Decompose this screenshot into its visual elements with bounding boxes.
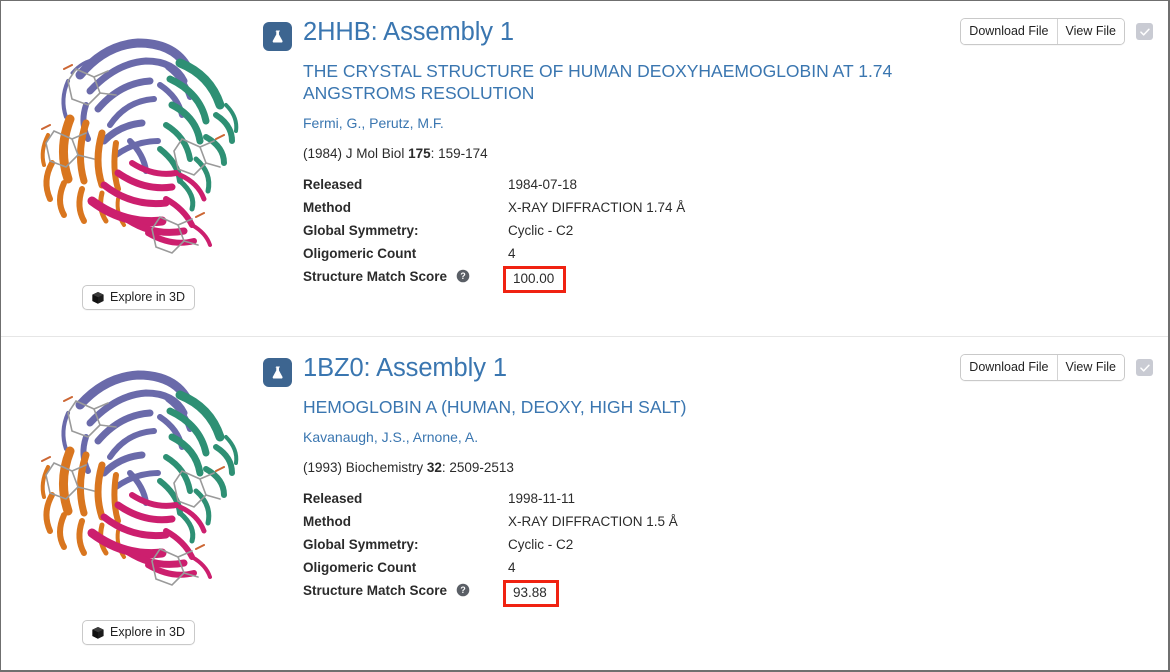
result-actions: Download File View File bbox=[960, 18, 1153, 45]
detail-column: 1BZ0: Assembly 1 HEMOGLOBIN A (HUMAN, DE… bbox=[263, 337, 1168, 670]
detail-column: 2HHB: Assembly 1 THE CRYSTAL STRUCTURE O… bbox=[263, 1, 1168, 336]
citation-volume: 32 bbox=[426, 460, 442, 475]
search-results-page: Explore in 3D 2HHB: Assembly 1 THE CRYST… bbox=[0, 0, 1170, 672]
citation-journal: Biochemistry bbox=[345, 460, 424, 475]
flask-icon bbox=[263, 22, 292, 51]
meta-label-global-symmetry: Global Symmetry: bbox=[303, 537, 419, 552]
select-result-checkbox[interactable] bbox=[1136, 23, 1153, 40]
meta-value-released: 1998-11-11 bbox=[508, 491, 576, 506]
meta-label-structure-match-score: Structure Match Score ? bbox=[303, 268, 508, 298]
metadata-table: Released 1984-07-18 Method X-RAY DIFFRAC… bbox=[303, 176, 685, 298]
meta-value-structure-match-score: 100.00 bbox=[503, 266, 685, 298]
meta-label-structure-match-score: Structure Match Score ? bbox=[303, 582, 508, 612]
explore-in-3d-label: Explore in 3D bbox=[110, 625, 186, 639]
result-actions: Download File View File bbox=[960, 354, 1153, 381]
table-row: Global Symmetry: Cyclic - C2 bbox=[303, 222, 685, 245]
download-file-button[interactable]: Download File bbox=[961, 19, 1057, 44]
svg-text:?: ? bbox=[460, 271, 465, 281]
meta-label-oligomeric-count: Oligomeric Count bbox=[303, 246, 417, 261]
flask-icon bbox=[263, 358, 292, 387]
thumbnail-column: Explore in 3D bbox=[1, 337, 263, 670]
cube-icon bbox=[91, 291, 105, 305]
structure-match-score-value: 100.00 bbox=[503, 266, 567, 293]
meta-value-oligomeric-count: 4 bbox=[508, 246, 516, 261]
meta-value-oligomeric-count: 4 bbox=[508, 560, 516, 575]
file-action-button-group: Download File View File bbox=[960, 354, 1125, 381]
table-row: Released 1998-11-11 bbox=[303, 490, 678, 513]
help-icon[interactable]: ? bbox=[456, 583, 470, 597]
entry-title-link[interactable]: 1BZ0: Assembly 1 bbox=[303, 353, 507, 383]
citation-year: (1984) bbox=[303, 146, 343, 161]
meta-label-method: Method bbox=[303, 514, 351, 529]
entry-subtitle-link[interactable]: HEMOGLOBIN A (HUMAN, DEOXY, HIGH SALT) bbox=[303, 396, 913, 418]
explore-in-3d-button[interactable]: Explore in 3D bbox=[82, 285, 196, 310]
file-action-button-group: Download File View File bbox=[960, 18, 1125, 45]
table-row: Structure Match Score ? 100.00 bbox=[303, 266, 685, 298]
molecule-structure-image[interactable] bbox=[20, 349, 244, 593]
citation-volume: 175 bbox=[408, 146, 431, 161]
meta-value-method: X-RAY DIFFRACTION 1.74 Å bbox=[508, 200, 686, 215]
explore-in-3d-label: Explore in 3D bbox=[110, 290, 186, 304]
table-row: Oligomeric Count 4 bbox=[303, 245, 685, 268]
table-row: Released 1984-07-18 bbox=[303, 176, 685, 199]
citation-journal: J Mol Biol bbox=[345, 146, 405, 161]
meta-label-released: Released bbox=[303, 177, 363, 192]
structure-match-score-label: Structure Match Score bbox=[303, 583, 448, 598]
result-item: Explore in 3D 2HHB: Assembly 1 THE CRYST… bbox=[1, 1, 1168, 336]
meta-label-method: Method bbox=[303, 200, 351, 215]
meta-value-method: X-RAY DIFFRACTION 1.5 Å bbox=[508, 514, 678, 529]
entry-subtitle-link[interactable]: THE CRYSTAL STRUCTURE OF HUMAN DEOXYHAEM… bbox=[303, 60, 913, 104]
thumbnail-column: Explore in 3D bbox=[1, 1, 263, 336]
citation-line: (1993) Biochemistry 32: 2509-2513 bbox=[303, 459, 1148, 476]
meta-value-global-symmetry: Cyclic - C2 bbox=[508, 537, 574, 552]
view-file-button[interactable]: View File bbox=[1056, 355, 1124, 380]
meta-label-oligomeric-count: Oligomeric Count bbox=[303, 560, 417, 575]
meta-label-global-symmetry: Global Symmetry: bbox=[303, 223, 419, 238]
result-item: Explore in 3D 1BZ0: Assembly 1 HEMOGLOBI… bbox=[1, 336, 1168, 670]
author-links[interactable]: Fermi, G., Perutz, M.F. bbox=[303, 115, 444, 131]
help-icon[interactable]: ? bbox=[456, 269, 470, 283]
explore-in-3d-button[interactable]: Explore in 3D bbox=[82, 620, 196, 645]
table-row: Structure Match Score ? 93.88 bbox=[303, 580, 678, 612]
svg-text:?: ? bbox=[460, 585, 465, 595]
citation-pages: : 2509-2513 bbox=[441, 460, 514, 475]
meta-value-global-symmetry: Cyclic - C2 bbox=[508, 223, 574, 238]
structure-match-score-value: 93.88 bbox=[503, 580, 559, 607]
meta-label-released: Released bbox=[303, 491, 363, 506]
author-links[interactable]: Kavanaugh, J.S., Arnone, A. bbox=[303, 429, 478, 445]
cube-icon bbox=[91, 626, 105, 640]
authors-line: Fermi, G., Perutz, M.F. bbox=[303, 114, 1148, 132]
citation-line: (1984) J Mol Biol 175: 159-174 bbox=[303, 145, 1148, 162]
metadata-table: Released 1998-11-11 Method X-RAY DIFFRAC… bbox=[303, 490, 678, 612]
citation-year: (1993) bbox=[303, 460, 343, 475]
table-row: Method X-RAY DIFFRACTION 1.74 Å bbox=[303, 199, 685, 222]
download-file-button[interactable]: Download File bbox=[961, 355, 1057, 380]
select-result-checkbox[interactable] bbox=[1136, 359, 1153, 376]
view-file-button[interactable]: View File bbox=[1056, 19, 1124, 44]
citation-pages: : 159-174 bbox=[430, 146, 488, 161]
authors-line: Kavanaugh, J.S., Arnone, A. bbox=[303, 428, 1148, 446]
meta-value-released: 1984-07-18 bbox=[508, 177, 578, 192]
meta-value-structure-match-score: 93.88 bbox=[503, 580, 678, 612]
table-row: Oligomeric Count 4 bbox=[303, 559, 678, 582]
molecule-structure-image[interactable] bbox=[20, 13, 244, 257]
table-row: Method X-RAY DIFFRACTION 1.5 Å bbox=[303, 513, 678, 536]
entry-title-link[interactable]: 2HHB: Assembly 1 bbox=[303, 17, 514, 47]
structure-match-score-label: Structure Match Score bbox=[303, 269, 448, 284]
table-row: Global Symmetry: Cyclic - C2 bbox=[303, 536, 678, 559]
